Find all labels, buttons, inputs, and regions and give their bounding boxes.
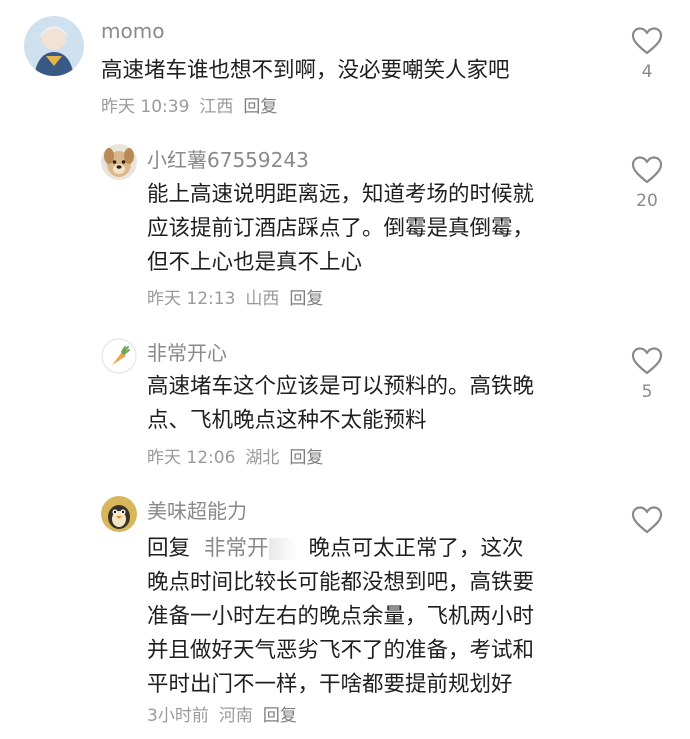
comment-time: 昨天 10:39 [101,97,190,117]
comment-username[interactable]: momo [101,19,164,43]
comment-text-line: 高速堵车这个应该是可以预料的。高铁晚 [147,374,535,399]
like-button[interactable]: 4 [627,26,667,82]
comment-text: 回复 非常开 晚点可太正常了，这次 晚点时间比较长可能都没想到吧，高铁要 准备一小时… [147,532,534,702]
comment-text-line: 并且做好天气恶劣飞不了的准备，考试和 [147,638,535,663]
comment-meta: 昨天 12:06 湖北 回复 [147,447,333,469]
comment-text-line: 晚点时间比较长可能都没想到吧，高铁要 [147,570,535,595]
comment-meta: 昨天 10:39 江西 回复 [101,96,287,118]
like-count: 20 [636,191,658,211]
blurred-username-fade [268,538,297,560]
like-count: 5 [641,382,653,402]
comment-text-line: 应该提前订酒店踩点了。倒霉是真倒霉， [147,216,535,241]
comment-time: 昨天 12:13 [147,289,236,309]
comment-time: 3小时前 [147,706,209,726]
heart-icon [631,506,663,534]
comment-time: 昨天 12:06 [147,448,236,468]
reply-button[interactable]: 回复 [289,448,323,468]
comment-text-line: 平时出门不一样，干啥都要提前规划好 [147,672,513,697]
comment-location: 河南 [218,706,253,726]
reply-button[interactable]: 回复 [289,289,323,309]
comment-text-line-rest: 晚点可太正常了，这次 [308,536,524,561]
heart-icon [631,27,663,55]
comment-location: 江西 [199,97,234,117]
puppy-avatar-icon[interactable] [101,144,137,180]
like-button[interactable] [627,505,667,541]
comment-location: 山西 [245,289,280,309]
comment-text: 高速堵车这个应该是可以预料的。高铁晚 点、飞机晚点这种不太能预料 [147,370,534,438]
comment-text-line: 能上高速说明距离远，知道考场的时候就 [147,182,535,207]
comment-text: 高速堵车谁也想不到啊，没必要嘲笑人家吧 [101,54,510,88]
heart-icon [631,347,663,375]
reply-button[interactable]: 回复 [263,706,297,726]
carrot-avatar-icon[interactable] [101,338,137,374]
like-button[interactable]: 20 [627,155,667,211]
cartoon-bird-avatar-icon[interactable] [101,496,137,532]
comment-text-line: 点、飞机晚点这种不太能预料 [147,408,427,433]
comment-meta: 3小时前 河南 回复 [147,705,307,727]
heart-icon [631,156,663,184]
mention-link[interactable]: 非常开 [204,536,269,561]
like-count: 4 [641,62,653,82]
comment-text-line: 准备一小时左右的晚点余量，飞机两小时 [147,604,535,629]
comment-location: 湖北 [245,448,280,468]
comment-text-line: 回复 非常开 晚点可太正常了，这次 [147,532,534,566]
comment-text-line: 但不上心也是真不上心 [147,250,363,275]
comment-meta: 昨天 12:13 山西 回复 [147,288,333,310]
comment-username[interactable]: 非常开心 [147,341,227,365]
comment-text-line: 高速堵车谁也想不到啊，没必要嘲笑人家吧 [101,58,510,83]
comment-username[interactable]: 美味超能力 [147,499,247,523]
anime-character-avatar-icon[interactable] [24,16,84,76]
comment-username[interactable]: 小红薯67559243 [147,148,309,172]
comment-text: 能上高速说明距离远，知道考场的时候就 应该提前订酒店踩点了。倒霉是真倒霉， 但不… [147,178,534,280]
reply-button[interactable]: 回复 [243,97,277,117]
like-button[interactable]: 5 [627,346,667,402]
reply-prefix: 回复 [147,536,191,561]
